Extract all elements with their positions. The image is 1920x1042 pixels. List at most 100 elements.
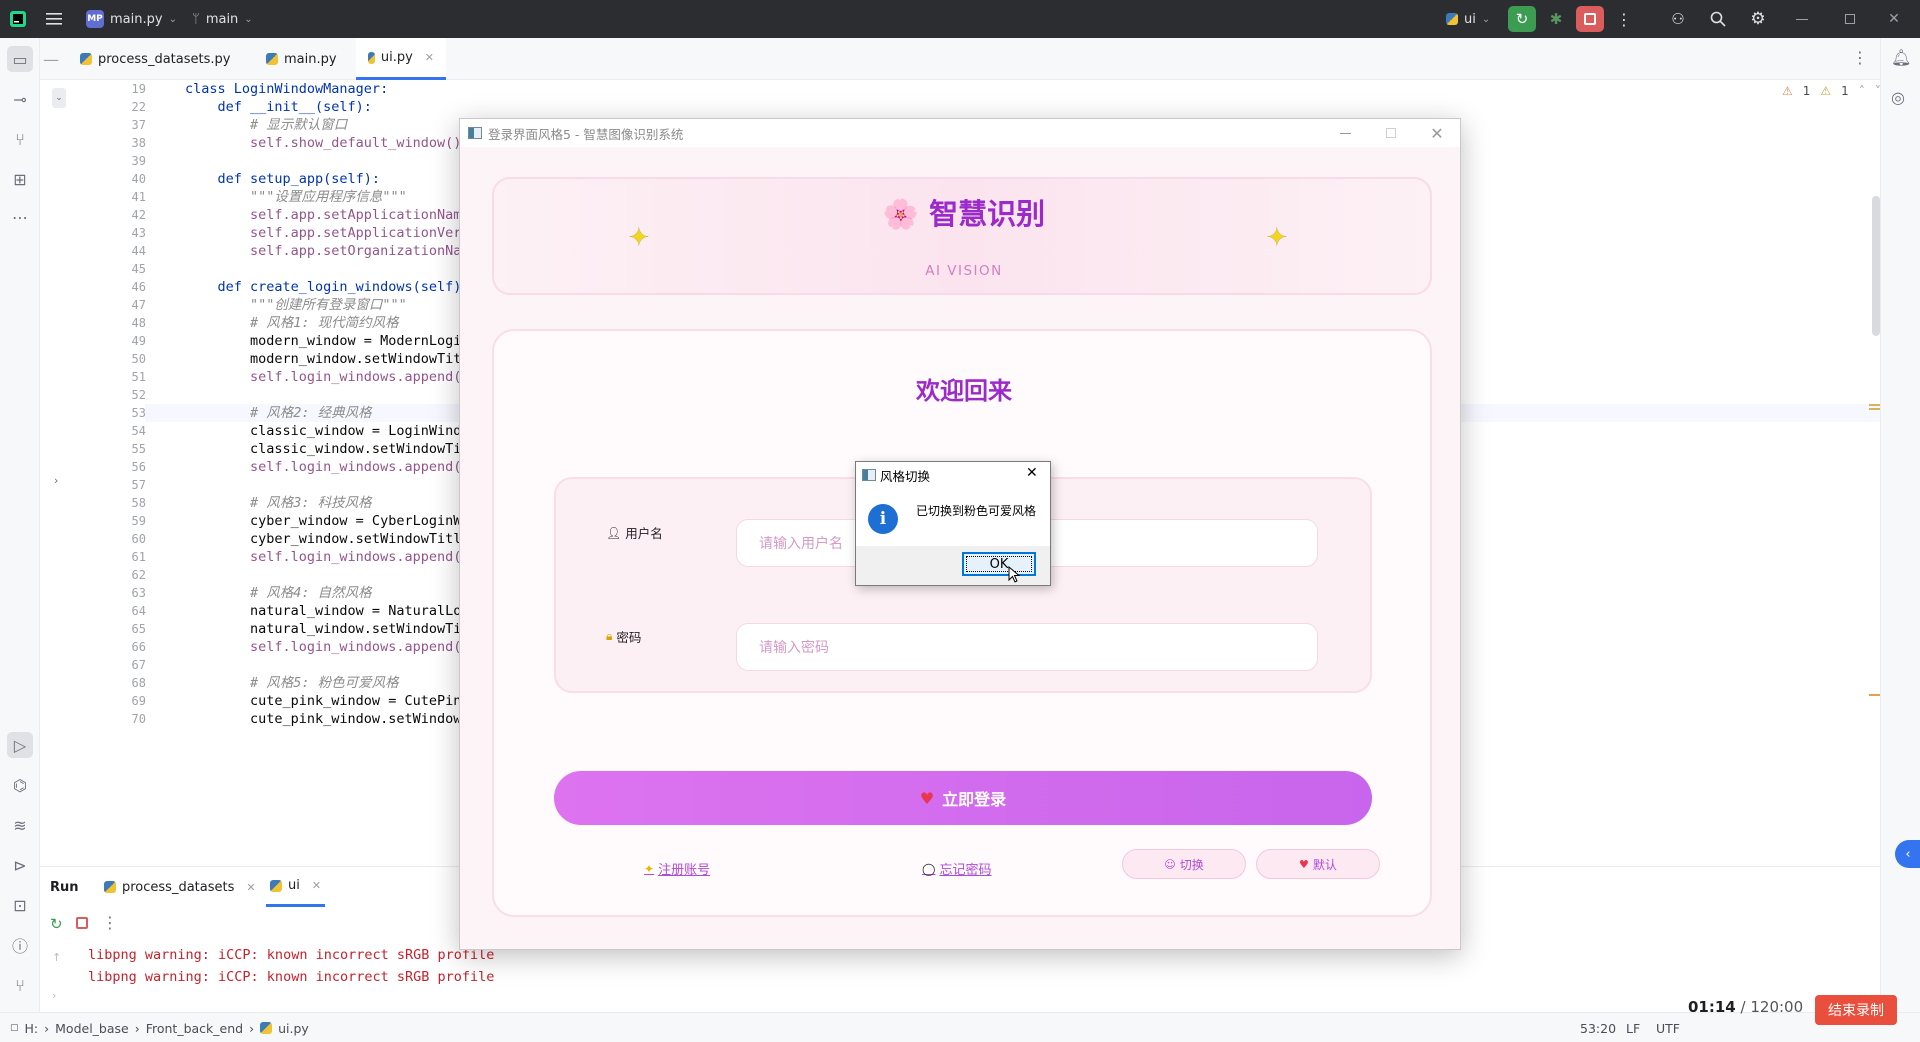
scroll-up-icon[interactable]: ↑ (52, 951, 61, 964)
search-button[interactable] (1704, 6, 1732, 32)
close-tab-icon[interactable]: ✕ (425, 51, 434, 64)
line-number[interactable]: 56 (80, 458, 146, 476)
line-number[interactable]: 19 (80, 80, 146, 98)
restore-ide-button[interactable] (1836, 6, 1864, 32)
line-number[interactable]: 42 (80, 206, 146, 224)
more-actions-button[interactable]: ⋮ (1610, 6, 1638, 32)
line-number[interactable]: 51 (80, 368, 146, 386)
ai-assistant-icon[interactable]: ◎ (1891, 88, 1905, 107)
line-number[interactable]: 68 (80, 674, 146, 692)
services-icon[interactable]: ⊳ (7, 852, 33, 878)
caret-position[interactable]: 53:20 (1580, 1013, 1616, 1042)
stop-recording-button[interactable]: 结束录制 (1815, 995, 1897, 1025)
minimize-button[interactable] (1322, 119, 1368, 147)
pull-requests-icon[interactable]: ⑂ (7, 126, 33, 152)
stop-button[interactable] (1576, 6, 1604, 32)
line-number[interactable]: 47 (80, 296, 146, 314)
password-input[interactable]: 请输入密码 (736, 623, 1318, 671)
switch-style-button[interactable]: ☺ 切换 (1122, 849, 1246, 879)
fold-arrow-icon[interactable]: › (54, 474, 58, 487)
line-number[interactable]: 53 (80, 404, 146, 422)
line-number[interactable]: 39 (80, 152, 146, 170)
line-number[interactable]: 64 (80, 602, 146, 620)
editor-scrollbar[interactable] (1872, 196, 1880, 336)
register-link[interactable]: ✦ 注册账号 (644, 859, 710, 879)
dialog-titlebar[interactable]: 风格切换 ✕ (856, 462, 1050, 488)
breadcrumb-item[interactable]: ui.py (278, 1021, 309, 1036)
line-number[interactable]: 46 (80, 278, 146, 296)
line-number[interactable]: 60 (80, 530, 146, 548)
line-number[interactable]: 70 (80, 710, 146, 728)
line-number[interactable]: 67 (80, 656, 146, 674)
line-number[interactable]: 58 (80, 494, 146, 512)
file-encoding[interactable]: UTF (1656, 1013, 1680, 1042)
rerun-button[interactable]: ↻ (1508, 6, 1536, 32)
problems-icon[interactable]: ⓘ (7, 932, 33, 958)
line-number[interactable]: 61 (80, 548, 146, 566)
line-number[interactable]: 59 (80, 512, 146, 530)
run-config-selector[interactable]: ui ⌄ (1446, 0, 1490, 38)
login-window-titlebar[interactable]: 登录界面风格5 - 智慧图像识别系统 ✕ (460, 119, 1460, 147)
line-number[interactable]: 41 (80, 188, 146, 206)
line-number[interactable]: 45 (80, 260, 146, 278)
branch-selector[interactable]: ᛘ main ⌄ (192, 0, 253, 38)
structure-icon[interactable]: ⊞ (7, 166, 33, 192)
tab-ui[interactable]: ui.py ✕ (356, 38, 446, 80)
line-number[interactable]: 49 (80, 332, 146, 350)
line-number[interactable]: 52 (80, 386, 146, 404)
app-logo-icon[interactable] (10, 0, 26, 38)
breadcrumb-item[interactable]: Front_back_end (146, 1021, 243, 1036)
project-folder-icon[interactable]: ▭ (7, 46, 33, 72)
chevron-left-icon[interactable]: ‹ (1895, 840, 1920, 868)
close-tab-icon[interactable]: ✕ (246, 881, 255, 894)
project-selector[interactable]: MP main.py ⌄ (86, 0, 177, 38)
line-number[interactable]: 55 (80, 440, 146, 458)
chevron-up-icon[interactable]: ˄ (1859, 84, 1865, 98)
line-number[interactable]: 48 (80, 314, 146, 332)
line-number[interactable]: 44 (80, 242, 146, 260)
close-tab-icon[interactable]: ✕ (312, 879, 321, 892)
login-button[interactable]: ♥ 立即登录 (554, 771, 1372, 825)
line-number[interactable]: 57 (80, 476, 146, 494)
more-vertical-icon[interactable]: ⋮ (102, 913, 118, 932)
line-number[interactable]: 69 (80, 692, 146, 710)
line-number[interactable]: 22 (80, 98, 146, 116)
line-number[interactable]: 40 (80, 170, 146, 188)
line-number[interactable]: 50 (80, 350, 146, 368)
stop-icon[interactable] (76, 917, 88, 929)
minimize-ide-button[interactable] (1788, 6, 1816, 32)
layers-icon[interactable]: ≋ (7, 812, 33, 838)
scroll-end-icon[interactable]: › (52, 989, 56, 1002)
line-number[interactable]: 54 (80, 422, 146, 440)
breadcrumb-item[interactable]: Model_base (55, 1021, 129, 1036)
more-tools-icon[interactable]: ⋯ (7, 204, 33, 230)
run-tool-icon[interactable]: ▷ (7, 732, 33, 758)
rerun-icon[interactable]: ↻ (50, 915, 63, 933)
breadcrumb-drive[interactable]: H: (25, 1021, 39, 1036)
collapse-icon[interactable]: — (40, 38, 62, 80)
tab-process-datasets[interactable]: process_datasets.py (68, 38, 242, 80)
forgot-password-link[interactable]: ◯ 忘记密码 (922, 859, 991, 879)
notifications-icon[interactable]: 🔔︎ (1891, 48, 1911, 67)
line-number[interactable]: 43 (80, 224, 146, 242)
terminal-icon[interactable]: ⊡ (7, 892, 33, 918)
ok-button[interactable]: OK (962, 552, 1036, 576)
line-number[interactable]: 63 (80, 584, 146, 602)
run-tab-ui[interactable]: ui ✕ (266, 867, 326, 907)
line-number[interactable]: 66 (80, 638, 146, 656)
tabs-more-icon[interactable]: ⋮ (1852, 48, 1868, 67)
main-menu-icon[interactable] (46, 0, 62, 38)
add-user-button[interactable]: ⚇ (1664, 6, 1692, 32)
commit-icon[interactable]: ⊸ (7, 86, 33, 112)
tab-main[interactable]: main.py (254, 38, 349, 80)
line-number[interactable]: 65 (80, 620, 146, 638)
line-separator[interactable]: LF (1626, 1013, 1640, 1042)
line-number[interactable]: 62 (80, 566, 146, 584)
close-ide-button[interactable]: ✕ (1880, 6, 1908, 32)
debug-button[interactable]: ✱ (1542, 6, 1570, 32)
git-icon[interactable]: ⑂ (7, 972, 33, 998)
close-window-button[interactable]: ✕ (1414, 119, 1460, 147)
inspection-widget[interactable]: ⚠ 1 ⚠ 1 ˄ ˅ (1782, 84, 1881, 98)
fold-down-icon[interactable]: ⌄ (52, 88, 66, 108)
maximize-button[interactable] (1368, 119, 1414, 147)
